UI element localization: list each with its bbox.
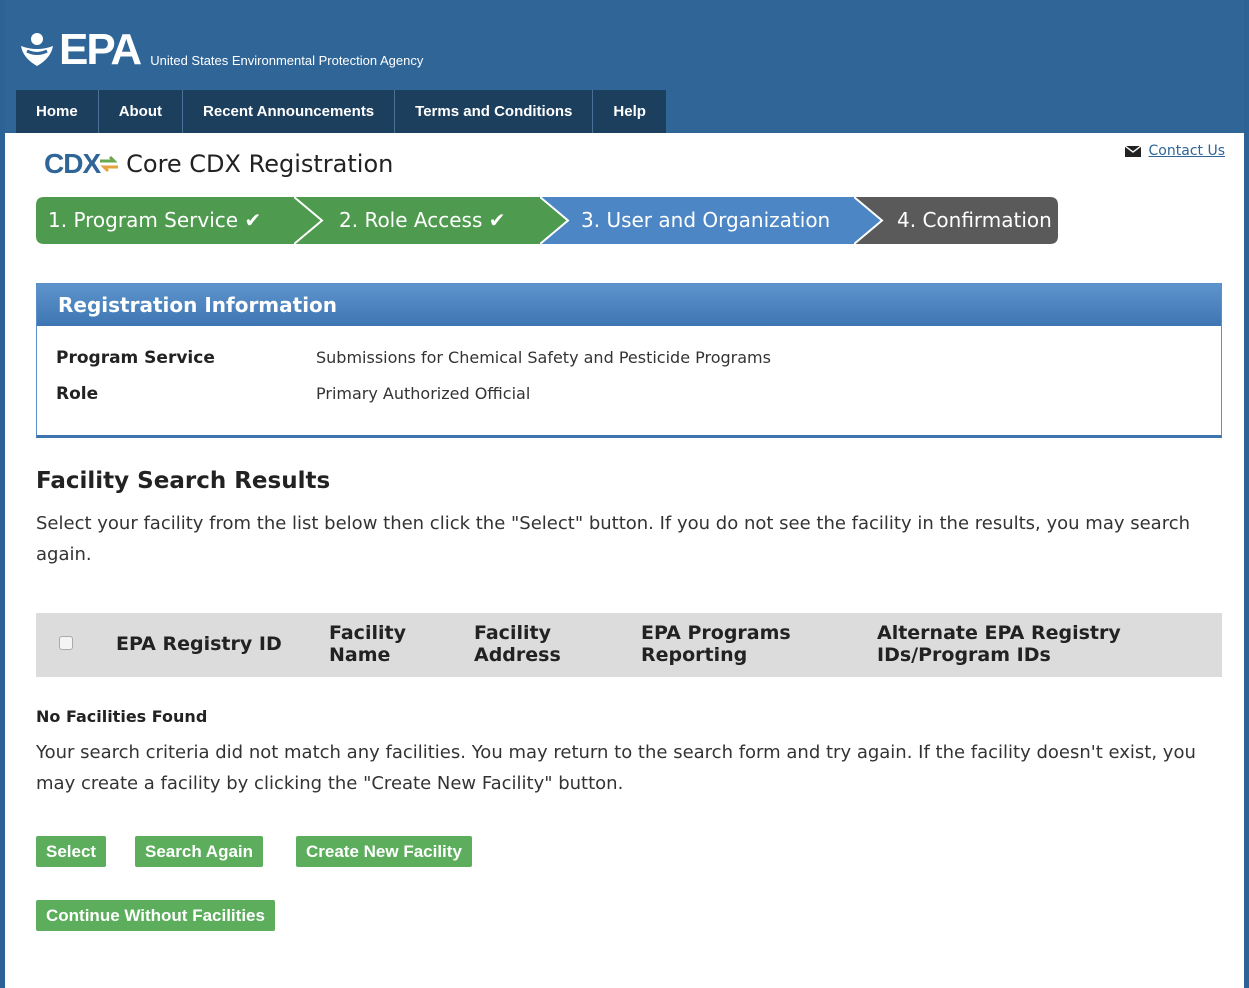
step-program-service: 1. Program Service ✔	[36, 197, 326, 244]
contact-us-label: Contact Us	[1148, 143, 1225, 159]
create-new-facility-button[interactable]: Create New Facility	[296, 836, 472, 867]
select-all-checkbox[interactable]	[59, 636, 73, 650]
page-title-row: CDX Core CDX Registration	[44, 148, 393, 180]
step-label: 3. User and Organization	[581, 208, 831, 232]
epa-logo[interactable]: EPA United States Environmental Protecti…	[17, 25, 424, 74]
program-service-label: Program Service	[56, 348, 215, 368]
step-user-and-organization: 3. User and Organization	[540, 197, 886, 244]
cdx-logo: CDX	[44, 148, 120, 180]
checkmark-icon: ✔	[244, 208, 262, 232]
nav-recent-announcements[interactable]: Recent Announcements	[183, 90, 396, 133]
site-header: EPA United States Environmental Protecti…	[5, 0, 1244, 133]
step-role-access: 2. Role Access ✔	[294, 197, 572, 244]
continue-without-facilities-button[interactable]: Continue Without Facilities	[36, 900, 275, 931]
facility-results-description: Select your facility from the list below…	[36, 513, 1191, 565]
registration-info-panel: Registration Information Program Service…	[36, 283, 1222, 438]
facility-results-title: Facility Search Results	[36, 468, 331, 494]
role-label: Role	[56, 384, 99, 404]
role-value: Primary Authorized Official	[316, 384, 531, 403]
select-button[interactable]: Select	[36, 836, 107, 867]
col-facility-address[interactable]: Facility Address	[474, 622, 584, 666]
page-title: Core CDX Registration	[126, 150, 394, 178]
col-epa-programs-reporting[interactable]: EPA Programs Reporting	[641, 622, 821, 666]
search-again-button[interactable]: Search Again	[135, 836, 264, 867]
main-content: Contact Us CDX Core CDX Registration 1. …	[5, 133, 1244, 988]
nav-help[interactable]: Help	[593, 90, 666, 133]
facility-table-header: EPA Registry ID Facility Name Facility A…	[36, 613, 1222, 677]
panel-heading: Registration Information	[37, 284, 1221, 326]
mail-icon	[1124, 145, 1141, 157]
step-label: 2. Role Access	[339, 208, 483, 232]
nav-about[interactable]: About	[98, 90, 184, 133]
col-alternate-ids[interactable]: Alternate EPA Registry IDs/Program IDs	[877, 622, 1137, 666]
col-facility-name[interactable]: Facility Name	[329, 622, 439, 666]
page-container: EPA United States Environmental Protecti…	[5, 0, 1244, 988]
epa-logo-text: EPA	[59, 25, 142, 74]
page-frame: EPA United States Environmental Protecti…	[0, 0, 1249, 988]
cdx-logo-text: CDX	[44, 148, 101, 179]
cdx-arrows-icon	[100, 155, 119, 173]
contact-us-link[interactable]: Contact Us	[1124, 143, 1225, 159]
epa-flower-icon	[21, 33, 53, 66]
program-service-value: Submissions for Chemical Safety and Pest…	[316, 348, 771, 367]
step-confirmation: 4. Confirmation	[854, 197, 1058, 244]
col-epa-registry-id[interactable]: EPA Registry ID	[116, 633, 282, 655]
checkmark-icon: ✔	[488, 208, 506, 232]
nav-terms-and-conditions[interactable]: Terms and Conditions	[395, 90, 594, 133]
agency-name: United States Environmental Protection A…	[150, 53, 424, 68]
no-facilities-description: Your search criteria did not match any f…	[36, 742, 1196, 794]
step-label: 1. Program Service	[48, 208, 239, 232]
no-facilities-title: No Facilities Found	[36, 707, 208, 726]
step-label: 4. Confirmation	[897, 208, 1052, 232]
nav-home[interactable]: Home	[16, 90, 99, 133]
main-nav: Home About Recent Announcements Terms an…	[16, 90, 666, 133]
